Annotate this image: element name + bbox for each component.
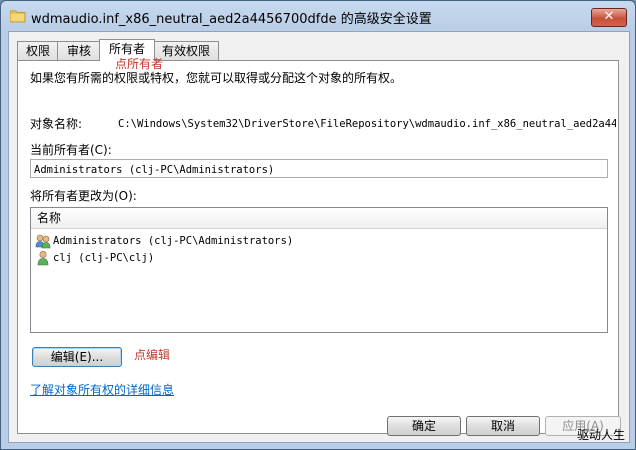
object-name-label: 对象名称: bbox=[30, 117, 83, 131]
ok-button[interactable]: 确定 bbox=[387, 416, 461, 436]
list-item-label: Administrators (clj-PC\Administrators) bbox=[53, 235, 294, 247]
edit-button-annotation: 点编辑 bbox=[134, 348, 171, 362]
folder-icon bbox=[10, 10, 26, 23]
current-owner-field: Administrators (clj-PC\Administrators) bbox=[30, 159, 608, 178]
learn-more-link[interactable]: 了解对象所有权的详细信息 bbox=[30, 381, 174, 398]
current-owner-value: Administrators (clj-PC\Administrators) bbox=[34, 164, 275, 176]
object-name-value: C:\Windows\System32\DriverStore\FileRepo… bbox=[118, 118, 616, 130]
list-item-label: clj (clj-PC\clj) bbox=[53, 252, 155, 264]
list-item-clj[interactable]: clj (clj-PC\clj) bbox=[35, 249, 154, 265]
close-icon: ✕ bbox=[603, 9, 615, 24]
cancel-button[interactable]: 取消 bbox=[466, 416, 540, 436]
tab-permissions[interactable]: 权限 bbox=[17, 41, 59, 60]
edit-button[interactable]: 编辑(E)... bbox=[32, 347, 122, 367]
owner-tab-panel: 如果您有所需的权限或特权，您就可以取得或分配这个对象的所有权。 对象名称: C:… bbox=[17, 60, 619, 434]
object-name-container: C:\Windows\System32\DriverStore\FileRepo… bbox=[118, 116, 616, 130]
current-owner-label: 当前所有者(C): bbox=[30, 143, 112, 157]
intro-text: 如果您有所需的权限或特权，您就可以取得或分配这个对象的所有权。 bbox=[30, 71, 403, 85]
window-title: wdmaudio.inf_x86_neutral_aed2a4456700dfd… bbox=[31, 12, 432, 27]
list-column-name[interactable]: 名称 bbox=[31, 208, 607, 229]
change-owner-label: 将所有者更改为(O): bbox=[30, 189, 137, 203]
group-users-icon bbox=[35, 234, 51, 248]
dialog-client: 权限 审核 所有者 有效权限 点所有者 如果您有所需的权限或特权，您就可以取得或… bbox=[8, 31, 630, 443]
title-bar[interactable]: wdmaudio.inf_x86_neutral_aed2a4456700dfd… bbox=[1, 1, 635, 31]
owner-tab-annotation: 点所有者 bbox=[115, 57, 164, 71]
tab-auditing[interactable]: 审核 bbox=[57, 41, 101, 60]
close-button[interactable]: ✕ bbox=[591, 8, 627, 27]
owner-candidates-list[interactable]: 名称 Administrators (clj-PC\Administrators… bbox=[30, 207, 608, 333]
security-settings-window: wdmaudio.inf_x86_neutral_aed2a4456700dfd… bbox=[0, 0, 636, 450]
list-item-administrators[interactable]: Administrators (clj-PC\Administrators) bbox=[35, 232, 293, 248]
user-icon bbox=[37, 250, 49, 265]
watermark: 驱动人生 bbox=[576, 428, 625, 442]
